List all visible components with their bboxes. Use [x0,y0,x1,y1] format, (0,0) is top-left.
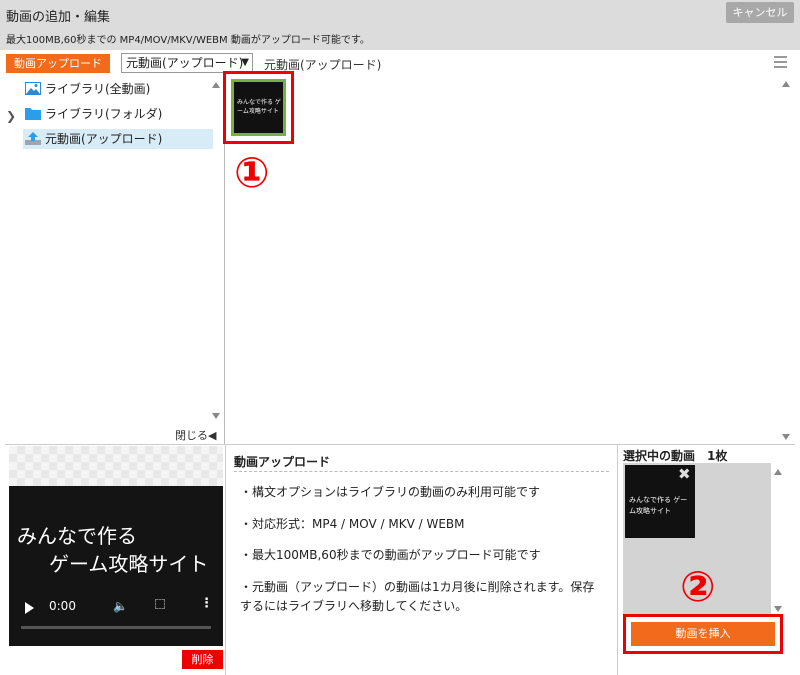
video-thumbnail-highlight[interactable]: みんなで作る ゲーム攻略サイト [223,71,294,144]
tree-item-label: 元動画(アップロード) [45,132,163,146]
video-player[interactable]: みんなで作る ゲーム攻略サイト 0:00 🔈 ⋮ [9,486,223,646]
video-time: 0:00 [49,599,76,613]
image-icon [25,82,41,95]
folder-select[interactable]: 元動画(アップロード) ▼ [121,53,253,73]
info-panel: 動画アップロード ・構文オプションはライブラリの動画のみ利用可能です ・対応形式… [225,445,616,675]
close-panel-link[interactable]: 閉じる◀ [175,427,216,443]
dialog-title: 動画の追加・編集 [6,10,111,25]
video-progress-bar[interactable] [21,626,211,629]
play-icon[interactable] [25,602,34,614]
annotation-marker-2: ② [680,562,716,611]
insert-video-button[interactable]: 動画を挿入 [631,622,775,646]
tree-scroll-down-icon[interactable] [212,413,220,419]
selected-count-title: 選択中の動画 1枚 [623,449,728,463]
tree-item-label: ライブラリ(フォルダ) [45,107,163,121]
remove-icon[interactable]: ✖ [678,465,691,483]
menu-icon[interactable] [774,56,787,68]
folder-icon [25,108,41,120]
folder-select-value: 元動画(アップロード) [126,56,244,70]
cancel-button[interactable]: キャンセル [726,2,794,23]
chevron-down-icon: ▼ [241,57,249,68]
video-text-line2: ゲーム攻略サイト [49,552,209,576]
upload-video-button[interactable]: 動画アップロード [6,54,110,73]
info-separator [234,471,609,472]
video-thumbnail[interactable]: みんなで作る ゲーム攻略サイト [231,79,286,136]
upload-icon [25,132,41,145]
upload-limit-note: 最大100MB,60秒までの MP4/MOV/MKV/WEBM 動画がアップロー… [6,35,370,46]
grid-scroll-down-icon[interactable] [782,434,790,440]
video-grid [226,77,795,444]
expand-chevron-icon[interactable]: ❯ [6,109,16,123]
annotation-marker-1: ① [234,148,270,197]
tree-item-label: ライブラリ(全動画) [45,82,151,96]
tree-scroll-up-icon[interactable] [212,82,220,88]
info-item: ・元動画（アップロード）の動画は1カ月後に削除されます。保存するにはライブラリへ… [240,580,595,613]
info-item: ・最大100MB,60秒までの動画がアップロード可能です [240,548,541,562]
tree-item-library-folder[interactable]: ライブラリ(フォルダ) [23,104,213,124]
tree-item-library-all[interactable]: ライブラリ(全動画) [23,79,213,99]
grid-scroll-up-icon[interactable] [782,81,790,87]
selected-scroll-up-icon[interactable] [774,469,782,475]
transparency-background [9,446,223,486]
selected-scroll-down-icon[interactable] [774,606,782,612]
fullscreen-icon[interactable] [155,599,165,609]
video-text-line1: みんなで作る [17,524,137,548]
delete-button[interactable]: 削除 [182,650,223,669]
more-options-icon[interactable]: ⋮ [200,596,213,611]
tree-item-original-upload[interactable]: 元動画(アップロード) [23,129,213,149]
volume-icon[interactable]: 🔈 [113,599,128,613]
insert-button-highlight: 動画を挿入 [623,614,783,654]
info-title: 動画アップロード [234,455,331,469]
thumbnail-text: みんなで作る ゲーム攻略サイト [234,82,283,133]
info-item: ・構文オプションはライブラリの動画のみ利用可能です [240,485,541,499]
info-item: ・対応形式：MP4 / MOV / MKV / WEBM [240,517,465,531]
folder-tree: ライブラリ(全動画) ライブラリ(フォルダ) 元動画(アップロード) [5,77,225,444]
thumbnail-text: みんなで作る ゲーム攻略サイト [629,496,688,515]
